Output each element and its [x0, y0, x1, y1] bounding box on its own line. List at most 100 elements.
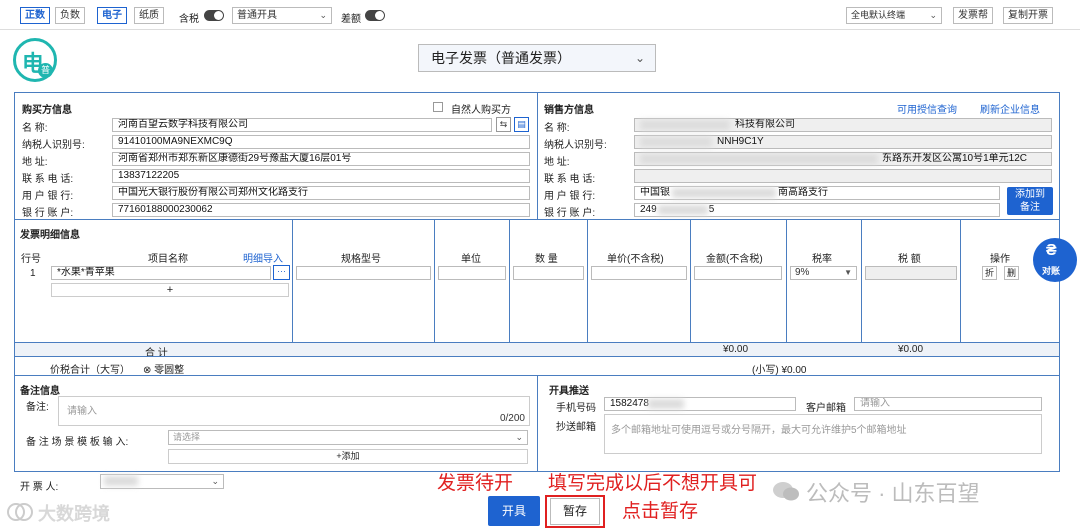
remarks-textarea[interactable]: 请输入 0/200 — [58, 396, 530, 426]
terminal-value: 全电默认终端 — [851, 10, 906, 20]
row-number: 1 — [30, 268, 36, 279]
add-row-button[interactable]: + — [51, 283, 289, 297]
zhengshu-tab[interactable]: 正数 — [20, 7, 50, 24]
scan-icon[interactable]: ⇆ — [496, 117, 511, 132]
buyer-address-field[interactable]: 河南省郑州市郑东新区康德街29号豫盐大厦16层01号 — [112, 152, 530, 166]
tax-rate-select[interactable]: 9% ▼ — [790, 266, 857, 280]
wechat-icon — [772, 480, 800, 502]
redaction-blur — [104, 476, 138, 486]
chevron-down-icon: ⌄ — [319, 10, 327, 20]
col-divider — [786, 220, 787, 356]
tax-field — [865, 266, 957, 280]
kaiju-type-value: 普通开具 — [237, 10, 277, 21]
buyer-name-label: 名 称: — [22, 123, 48, 134]
refresh-company-link[interactable]: 刷新企业信息 — [980, 101, 1040, 116]
unit-field[interactable] — [438, 266, 506, 280]
natural-person-checkbox[interactable] — [433, 102, 443, 112]
contact-book-icon[interactable]: ▤ — [514, 117, 529, 132]
redaction-blur — [640, 137, 712, 147]
template-placeholder: 请选择 — [173, 432, 201, 442]
seller-account-suffix: 5 — [708, 204, 715, 215]
buyer-seller-divider — [537, 92, 538, 219]
invoice-type-select[interactable]: 电子发票（普通发票） ⌄ — [418, 44, 656, 72]
tax-rate-value: 9% — [795, 267, 810, 278]
credit-query-link[interactable]: 可用授信查询 — [897, 101, 957, 116]
amount-field[interactable] — [694, 266, 782, 280]
seller-bank-suffix: 南高路支行 — [778, 187, 828, 198]
redaction-blur — [672, 188, 776, 198]
delete-row-button[interactable]: 删 — [1004, 266, 1019, 280]
terminal-select[interactable]: 全电默认终端 ⌄ — [846, 7, 942, 24]
top-toolbar: 正数 负数 电子 纸质 含税 普通开具 ⌄ 差额 全电默认终端 ⌄ 发票帮 复制… — [0, 0, 1080, 30]
logo-sub: 普 — [38, 63, 53, 78]
col-divider — [587, 220, 588, 356]
total-tax: ¥0.00 — [898, 344, 924, 355]
spec-field[interactable] — [296, 266, 431, 280]
detail-title: 发票明细信息 — [20, 230, 80, 241]
seller-bank-prefix: 中国银 — [640, 187, 670, 198]
header-item-name: 项目名称 — [148, 254, 188, 265]
cc-label: 抄送邮箱 — [556, 422, 596, 433]
zhizhi-tab[interactable]: 纸质 — [134, 7, 164, 24]
kaiju-type-select[interactable]: 普通开具 ⌄ — [232, 7, 332, 24]
add-template-button[interactable]: +添加 — [168, 449, 528, 464]
save-draft-button[interactable]: 暂存 — [550, 498, 600, 525]
buyer-address-label: 地 址: — [22, 157, 48, 168]
discount-button[interactable]: 折 — [982, 266, 997, 280]
daxie-label: 价税合计（大写） — [50, 365, 130, 376]
chae-toggle[interactable] — [365, 10, 385, 21]
seller-phone-label: 联 系 电 话: — [544, 174, 596, 185]
email-label: 客户邮箱 — [806, 403, 846, 414]
caret-down-icon: ▼ — [844, 268, 852, 277]
seller-address-label: 地 址: — [544, 157, 570, 168]
buyer-phone-field[interactable]: 13837122205 — [112, 169, 530, 183]
seller-account-prefix: 249 — [640, 204, 657, 215]
seller-phone-field — [634, 169, 1052, 183]
seller-bank-label: 用 户 银 行: — [544, 191, 596, 202]
buyer-taxid-field[interactable]: 91410100MA9NEXMC9Q — [112, 135, 530, 149]
template-select[interactable]: 请选择 ⌄ — [168, 430, 528, 445]
buyer-bank-field[interactable]: 中国光大银行股份有限公司郑州文化路支行 — [112, 186, 530, 200]
buyer-taxid-label: 纳税人识别号: — [22, 140, 85, 151]
header-qty: 数 量 — [535, 254, 558, 265]
buyer-name-field[interactable]: 河南百望云数字科技有限公司 — [112, 118, 492, 132]
watermark-logo-icon — [6, 500, 34, 524]
natural-person-label: 自然人购买方 — [451, 105, 511, 116]
qty-field[interactable] — [513, 266, 584, 280]
add-to-remark-button[interactable]: 添加到备注 — [1007, 187, 1053, 215]
header-row-no: 行号 — [21, 254, 41, 265]
issue-button[interactable]: 开具 — [488, 496, 540, 526]
annotation-click-save: 点击暂存 — [622, 501, 699, 522]
header-amount: 金额(不含税) — [706, 254, 763, 265]
col-divider — [434, 220, 435, 356]
price-field[interactable] — [591, 266, 687, 280]
email-placeholder: 请输入 — [860, 398, 890, 409]
fushu-tab[interactable]: 负数 — [55, 7, 85, 24]
annotation-explain: 填写完成以后不想开具可 — [548, 473, 758, 494]
phone-field[interactable]: 1582478 — [604, 397, 796, 411]
item-name-field[interactable]: *水果*青苹果 — [51, 266, 271, 280]
e-invoice-logo: 电 普 — [13, 38, 57, 82]
hanshui-toggle[interactable] — [204, 10, 224, 21]
email-field[interactable]: 请输入 — [854, 397, 1042, 411]
invoice-help-button[interactable]: 发票帮 — [953, 7, 993, 24]
buyer-phone-label: 联 系 电 话: — [22, 174, 74, 185]
detail-import-link[interactable]: 明细导入 — [243, 250, 283, 265]
reconcile-badge[interactable]: ₴ 对账 — [1033, 238, 1077, 282]
header-rate: 税率 — [812, 254, 832, 265]
copy-invoice-button[interactable]: 复制开票 — [1003, 7, 1053, 24]
invoice-type-value: 电子发票（普通发票） — [431, 50, 571, 66]
more-icon[interactable]: ··· — [273, 265, 290, 280]
phone-value: 1582478 — [610, 398, 649, 409]
chevron-down-icon: ⌄ — [634, 51, 645, 65]
chevron-down-icon: ⌄ — [211, 476, 219, 486]
cc-textarea[interactable]: 多个邮箱地址可使用逗号或分号隔开，最大可允许维护5个邮箱地址 — [604, 414, 1042, 454]
buyer-title: 购买方信息 — [22, 105, 72, 116]
buyer-account-field[interactable]: 77160188000230062 — [112, 203, 530, 217]
col-divider — [960, 220, 961, 356]
buyer-bank-label: 用 户 银 行: — [22, 191, 74, 202]
remarks-placeholder: 请输入 — [67, 406, 97, 417]
buyer-account-label: 银 行 账 户: — [22, 208, 74, 219]
seller-name-suffix: 科技有限公司 — [735, 119, 795, 130]
dianzi-tab[interactable]: 电子 — [97, 7, 127, 24]
